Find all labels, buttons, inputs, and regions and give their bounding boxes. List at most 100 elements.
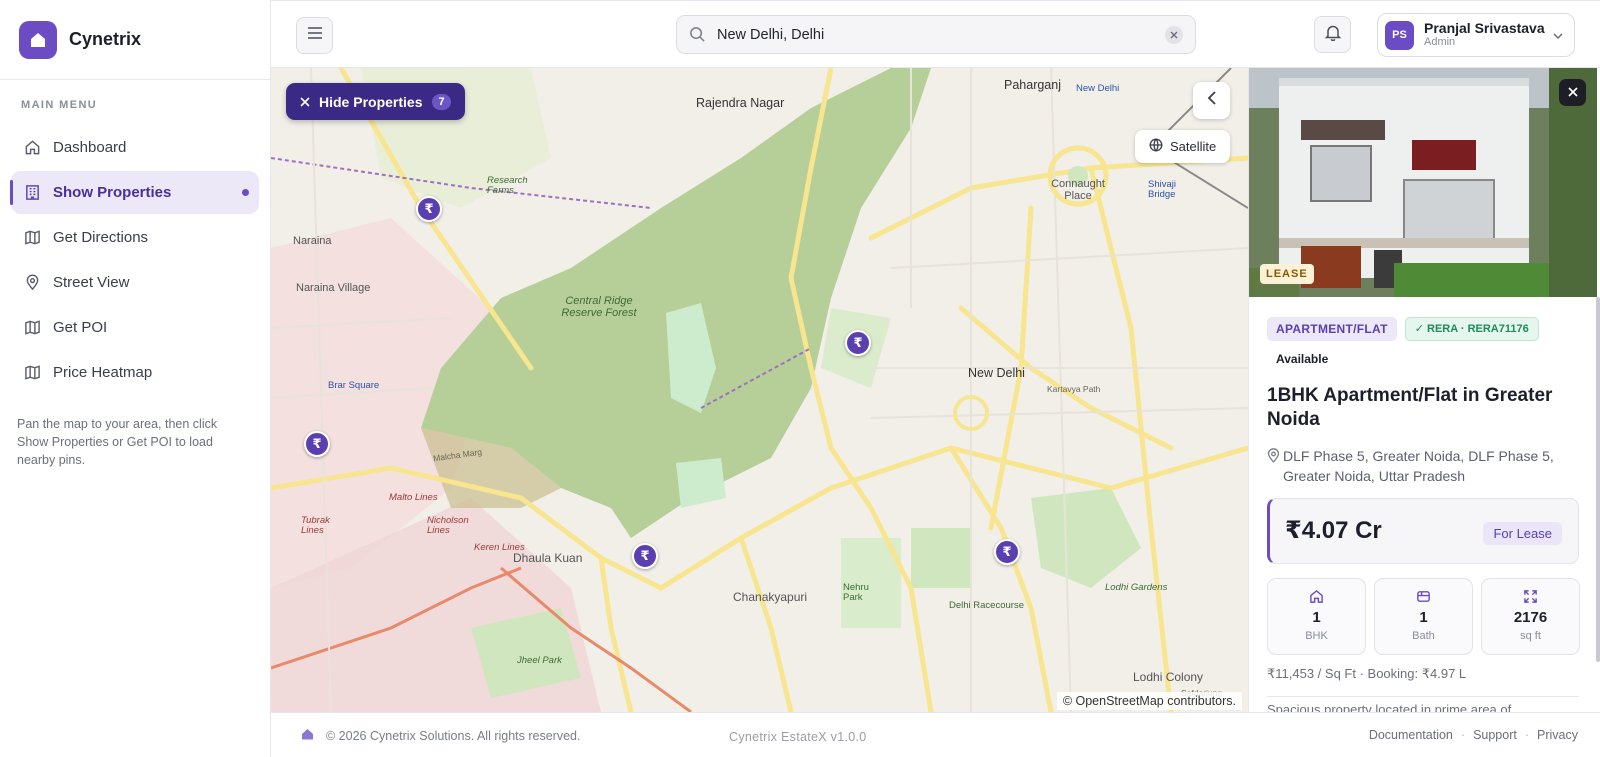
clear-search-button[interactable] (1165, 26, 1183, 44)
sidebar-item-price-heatmap[interactable]: Price Heatmap (11, 351, 259, 394)
map-label: Shivaji Bridge (1148, 179, 1176, 200)
stat-label: BHK (1305, 630, 1328, 642)
stat-value: 1 (1419, 609, 1428, 626)
active-dot (242, 189, 249, 196)
map-label: Keren Lines (474, 542, 525, 553)
home-icon (301, 728, 314, 743)
sidebar-item-dashboard[interactable]: Dashboard (11, 126, 259, 169)
property-description: Spacious property located in prime area … (1267, 696, 1579, 712)
map-label: Jheel Park (517, 655, 562, 666)
map-attribution[interactable]: © OpenStreetMap contributors. (1056, 692, 1242, 710)
bath-icon (1375, 589, 1472, 606)
sidebar-item-get-directions[interactable]: Get Directions (11, 216, 259, 259)
close-panel-button[interactable] (1559, 79, 1586, 106)
search-box (676, 15, 1196, 54)
expand-icon (1482, 589, 1579, 606)
sidebar: Cynetrix MAIN MENU Dashboard Show Proper… (0, 0, 271, 757)
map-tiles (271, 68, 1248, 712)
stat-bath: 1 Bath (1374, 578, 1473, 655)
hide-properties-button[interactable]: Hide Properties 7 (286, 83, 465, 120)
support-link[interactable]: Support (1473, 728, 1517, 742)
property-type-tag: APARTMENT/FLAT (1267, 317, 1397, 341)
collapse-panel-button[interactable] (1193, 82, 1230, 119)
property-title: 1BHK Apartment/Flat in Greater Noida (1267, 385, 1553, 430)
building-icon (23, 184, 41, 202)
property-photo: LEASE (1249, 68, 1597, 297)
close-icon (300, 94, 310, 110)
property-pin[interactable]: ₹ (632, 543, 658, 569)
app-version: Cynetrix EstateX v1.0.0 (729, 730, 867, 744)
sidebar-item-street-view[interactable]: Street View (11, 261, 259, 304)
sidebar-hint: Pan the map to your area, then click Sho… (17, 417, 218, 467)
privacy-link[interactable]: Privacy (1537, 728, 1578, 742)
map-label: Central Ridge Reserve Forest (561, 295, 637, 319)
map-label: Research Farms (487, 175, 528, 196)
map-label: Delhi Racecourse (949, 600, 1024, 611)
avatar: PS (1385, 20, 1414, 50)
brand: Cynetrix (0, 0, 270, 80)
price-card: ₹4.07 Cr For Lease (1267, 498, 1579, 564)
map-label: Nicholson Lines (427, 515, 469, 536)
user-meta: Pranjal Srivastava Admin (1424, 21, 1545, 49)
house-image (1249, 68, 1597, 297)
bell-icon (1324, 24, 1341, 46)
sidebar-item-label: Street View (53, 274, 130, 291)
rate-booking-line: ₹11,453 / Sq Ft · Booking: ₹4.97 L (1267, 666, 1467, 681)
panel-scrollbar[interactable] (1596, 297, 1600, 662)
stat-value: 2176 (1513, 609, 1548, 626)
close-icon (1567, 84, 1578, 102)
rera-label: RERA · RERA71176 (1427, 323, 1529, 335)
price-tag: For Lease (1483, 522, 1562, 545)
menu-caption: MAIN MENU (21, 99, 98, 111)
map-label: Rajendra Nagar (696, 96, 785, 110)
separator: · (1524, 728, 1530, 742)
property-pin[interactable]: ₹ (304, 431, 330, 457)
copyright-text: © 2026 Cynetrix Solutions. All rights re… (326, 728, 581, 743)
hide-properties-label: Hide Properties (319, 93, 423, 110)
satellite-toggle-button[interactable]: Satellite (1135, 130, 1231, 163)
property-detail-panel: LEASE APARTMENT/FLAT ✓ RERA · RERA71176 … (1248, 68, 1600, 712)
documentation-link[interactable]: Documentation (1369, 728, 1453, 742)
property-pin[interactable]: ₹ (416, 196, 442, 222)
location-pin-icon (23, 274, 41, 292)
map-label: Tubrak Lines (301, 515, 330, 536)
brand-logo-icon[interactable] (19, 20, 57, 59)
user-role: Admin (1424, 36, 1456, 48)
chevron-down-icon (1552, 29, 1564, 47)
sidebar-item-label: Get Directions (53, 229, 149, 246)
notifications-button[interactable] (1314, 16, 1351, 53)
property-address: DLF Phase 5, Greater Noida, DLF Phase 5,… (1267, 446, 1577, 486)
stat-area: 2176 sq ft (1481, 578, 1580, 655)
location-pin-icon (1267, 448, 1280, 486)
map-label: Nehru Park (843, 582, 869, 603)
map-label: Lodhi Gardens (1105, 582, 1168, 593)
map-label: Connaught Place (1051, 178, 1105, 202)
search-input[interactable] (717, 26, 1147, 43)
check-icon: ✓ (1414, 323, 1428, 335)
map-label: Chanakyapuri (733, 590, 808, 604)
map-label: Naraina (293, 235, 332, 247)
property-pin[interactable]: ₹ (994, 539, 1020, 565)
map-label: Naraina Village (296, 282, 371, 294)
property-pin[interactable]: ₹ (845, 330, 871, 356)
availability-status: Available (1276, 352, 1329, 366)
sidebar-item-get-poi[interactable]: Get POI (11, 306, 259, 349)
map-label: Lodhi Colony (1133, 670, 1204, 684)
map-label: Malto Lines (389, 492, 438, 503)
search-icon (689, 26, 707, 44)
property-stats: 1 BHK 1 Bath 2176 sq ft (1267, 578, 1588, 655)
menu-toggle-button[interactable] (296, 17, 333, 54)
separator: · (1460, 728, 1466, 742)
address-text: DLF Phase 5, Greater Noida, DLF Phase 5,… (1283, 448, 1554, 484)
chevron-left-icon (1207, 91, 1217, 110)
brand-name: Cynetrix (69, 29, 142, 49)
map-icon (23, 364, 41, 382)
map-label: New Delhi (968, 366, 1025, 380)
sidebar-item-show-properties[interactable]: Show Properties (10, 171, 259, 214)
user-menu[interactable]: PS Pranjal Srivastava Admin (1377, 13, 1575, 57)
listing-type-badge: LEASE (1260, 264, 1314, 284)
map-label: Brar Square (328, 380, 380, 391)
home-icon (23, 139, 41, 157)
map-view[interactable]: Rajendra Nagar Paharganj New Delhi Conna… (271, 68, 1248, 712)
sidebar-item-label: Dashboard (53, 139, 127, 156)
